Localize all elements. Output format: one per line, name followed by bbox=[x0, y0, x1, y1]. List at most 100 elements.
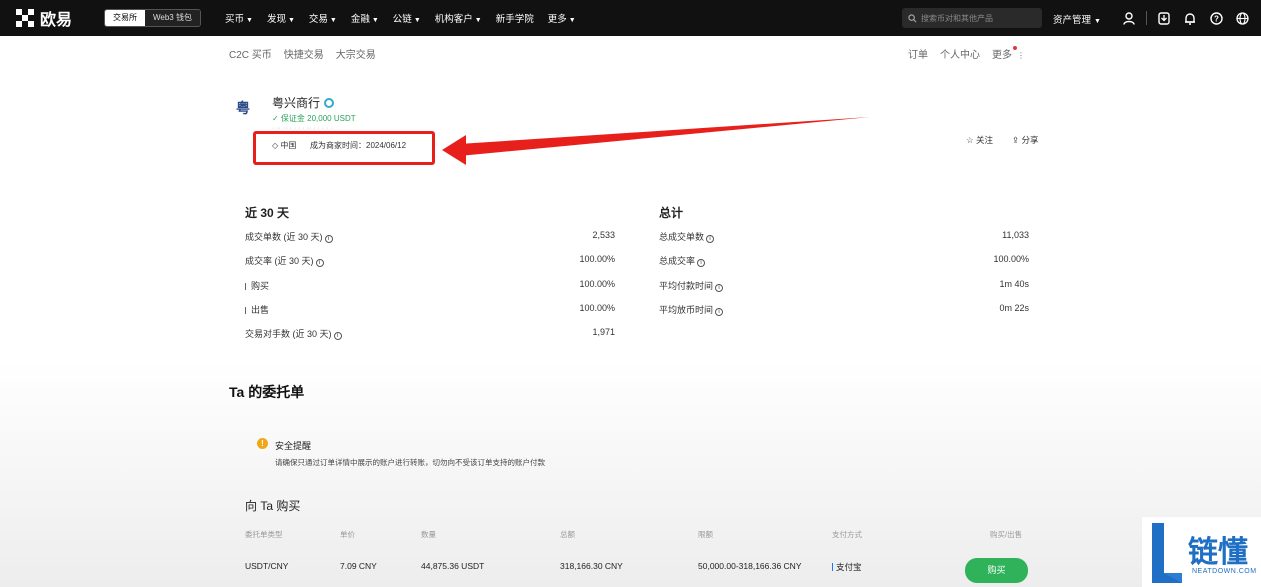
stat-total-rate-value: 100.00% bbox=[993, 254, 1029, 264]
info-icon[interactable]: i bbox=[697, 259, 706, 267]
stat-avg-release-label: 平均放币时间 i bbox=[659, 303, 724, 316]
nav-menu: 买币 ▼ 发现 ▼ 交易 ▼ 金融 ▼ 公链 ▼ 机构客户 ▼ 新手学院 更多 ▼ bbox=[225, 11, 590, 25]
stat-30d-counterparties-label: 交易对手数 (近 30 天) i bbox=[245, 327, 342, 340]
col-header-price: 单价 bbox=[340, 530, 355, 539]
stat-30d-counterparties-value: 1,971 bbox=[592, 327, 615, 337]
help-icon[interactable]: ? bbox=[1207, 9, 1225, 27]
top-icon-bar: ? bbox=[1120, 9, 1259, 27]
info-icon[interactable]: i bbox=[706, 235, 715, 243]
follow-button[interactable]: ☆ 关注 bbox=[966, 134, 993, 146]
subnav-block-trade[interactable]: 大宗交易 bbox=[336, 46, 376, 61]
divider bbox=[1146, 11, 1147, 25]
watermark-logo: 链懂 NEATDOWN.COM bbox=[1142, 517, 1261, 587]
info-icon[interactable]: i bbox=[715, 308, 724, 316]
search-box[interactable] bbox=[902, 8, 1042, 28]
search-input[interactable] bbox=[921, 13, 1041, 23]
subnav-orders[interactable]: 订单 bbox=[908, 46, 928, 61]
nav-item-academy[interactable]: 新手学院 bbox=[496, 11, 534, 25]
more-dots-icon: ⋮ bbox=[1017, 51, 1025, 60]
chevron-down-icon: ▼ bbox=[568, 17, 576, 24]
nav-item-chain[interactable]: 公链 ▼ bbox=[393, 11, 421, 25]
brand-logo[interactable]: 欧易 bbox=[16, 6, 76, 30]
stat-30d-buy-label: 购买 bbox=[245, 279, 269, 292]
verified-icon bbox=[324, 98, 335, 108]
share-icon: ⇪ bbox=[1012, 135, 1020, 145]
stat-30d-rate-value: 100.00% bbox=[579, 254, 615, 264]
stat-30d-orders-label: 成交单数 (近 30 天) i bbox=[245, 230, 333, 243]
chevron-down-icon: ▼ bbox=[474, 17, 482, 24]
nav-item-buy[interactable]: 买币 ▼ bbox=[225, 11, 253, 25]
order-total: 318,166.30 CNY bbox=[560, 561, 623, 571]
col-header-type: 委托单类型 bbox=[245, 530, 283, 539]
nav-item-trade[interactable]: 交易 ▼ bbox=[309, 11, 337, 25]
buy-from-merchant-title: 向 Ta 购买 bbox=[245, 499, 301, 513]
brand-name: 欧易 bbox=[40, 12, 73, 29]
annotation-highlight-box bbox=[253, 131, 435, 165]
c2c-subnav-right: 订单 个人中心 更多 ⋮ bbox=[908, 46, 1037, 61]
chevron-down-icon: ▼ bbox=[371, 17, 379, 24]
subnav-quick-trade[interactable]: 快捷交易 bbox=[284, 46, 324, 61]
watermark-text: 链懂 bbox=[1188, 535, 1248, 570]
merchant-name-row: 粤兴商行 bbox=[272, 94, 335, 111]
globe-icon[interactable] bbox=[1233, 9, 1251, 27]
payment-bar-icon bbox=[832, 563, 833, 571]
chevron-down-icon: ▼ bbox=[329, 17, 337, 24]
col-header-limit: 限额 bbox=[698, 530, 713, 539]
mode-exchange-tab[interactable]: 交易所 bbox=[105, 10, 145, 26]
stat-total-orders-value: 11,033 bbox=[1002, 230, 1029, 240]
order-amount: 44,875.36 USDT bbox=[421, 561, 485, 571]
notification-dot bbox=[1013, 46, 1017, 50]
stat-total-rate-label: 总成交率 i bbox=[659, 254, 706, 267]
nav-item-discover[interactable]: 发现 ▼ bbox=[267, 11, 295, 25]
nav-item-institutional[interactable]: 机构客户 ▼ bbox=[435, 11, 482, 25]
search-icon bbox=[908, 13, 917, 22]
merchant-name: 粤兴商行 bbox=[272, 96, 321, 110]
subnav-more[interactable]: 更多 ⋮ bbox=[992, 46, 1025, 61]
stat-30d-orders-value: 2,533 bbox=[592, 230, 615, 240]
order-price: 7.09 CNY bbox=[340, 561, 377, 571]
share-button[interactable]: ⇪ 分享 bbox=[1012, 134, 1039, 146]
info-icon[interactable]: i bbox=[315, 259, 324, 267]
security-tip-title: 安全提醒 bbox=[275, 441, 312, 451]
chevron-down-icon: ▼ bbox=[287, 17, 295, 24]
info-icon[interactable]: i bbox=[324, 235, 333, 243]
okx-logo-icon bbox=[16, 9, 34, 27]
indent-bar bbox=[245, 283, 246, 290]
stat-30d-sell-label: 出售 bbox=[245, 303, 269, 316]
info-icon[interactable]: i bbox=[715, 284, 724, 292]
chevron-down-icon: ▼ bbox=[413, 17, 421, 24]
mode-web3-tab[interactable]: Web3 钱包 bbox=[145, 10, 200, 26]
indent-bar bbox=[245, 307, 246, 314]
stat-30d-sell-value: 100.00% bbox=[579, 303, 615, 313]
stat-avg-pay-value: 1m 40s bbox=[999, 279, 1029, 289]
svg-text:?: ? bbox=[1214, 14, 1219, 23]
asset-management-menu[interactable]: 资产管理 ▼ bbox=[1053, 12, 1101, 26]
security-tip-text: 请确保只通过订单详情中展示的账户进行转账，切勿向不受该订单支持的账户付款 bbox=[275, 458, 545, 467]
stats-total-title: 总计 bbox=[659, 206, 684, 220]
stat-total-orders-label: 总成交单数 i bbox=[659, 230, 715, 243]
chevron-down-icon: ▼ bbox=[1094, 18, 1101, 25]
bell-icon[interactable] bbox=[1181, 9, 1199, 27]
chevron-down-icon: ▼ bbox=[246, 17, 253, 24]
col-header-action: 购买/出售 bbox=[990, 530, 1023, 539]
buy-button[interactable]: 购买 bbox=[965, 558, 1028, 583]
user-icon[interactable] bbox=[1120, 9, 1138, 27]
order-pair: USDT/CNY bbox=[245, 561, 289, 571]
subnav-c2c-buy[interactable]: C2C 买币 bbox=[229, 46, 272, 61]
stats-30d-title: 近 30 天 bbox=[245, 206, 290, 220]
order-limit: 50,000.00-318,166.36 CNY bbox=[698, 561, 802, 571]
download-icon[interactable] bbox=[1155, 9, 1173, 27]
deposit-badge: ✓ 保证金 20,000 USDT bbox=[272, 114, 356, 123]
watermark-subtext: NEATDOWN.COM bbox=[1192, 568, 1257, 575]
mode-switch: 交易所 Web3 钱包 bbox=[104, 9, 201, 27]
info-icon[interactable]: i bbox=[333, 332, 342, 340]
subnav-personal-center[interactable]: 个人中心 bbox=[940, 46, 980, 61]
c2c-subnav: C2C 买币 快捷交易 大宗交易 bbox=[229, 46, 388, 61]
order-payment: 支付宝 bbox=[832, 561, 862, 573]
col-header-total: 总额 bbox=[560, 530, 575, 539]
nav-item-more[interactable]: 更多 ▼ bbox=[548, 11, 576, 25]
nav-item-finance[interactable]: 金融 ▼ bbox=[351, 11, 379, 25]
watermark-l-icon bbox=[1152, 523, 1182, 583]
stat-avg-pay-label: 平均付款时间 i bbox=[659, 279, 724, 292]
merchant-avatar: 粤 bbox=[236, 100, 250, 116]
